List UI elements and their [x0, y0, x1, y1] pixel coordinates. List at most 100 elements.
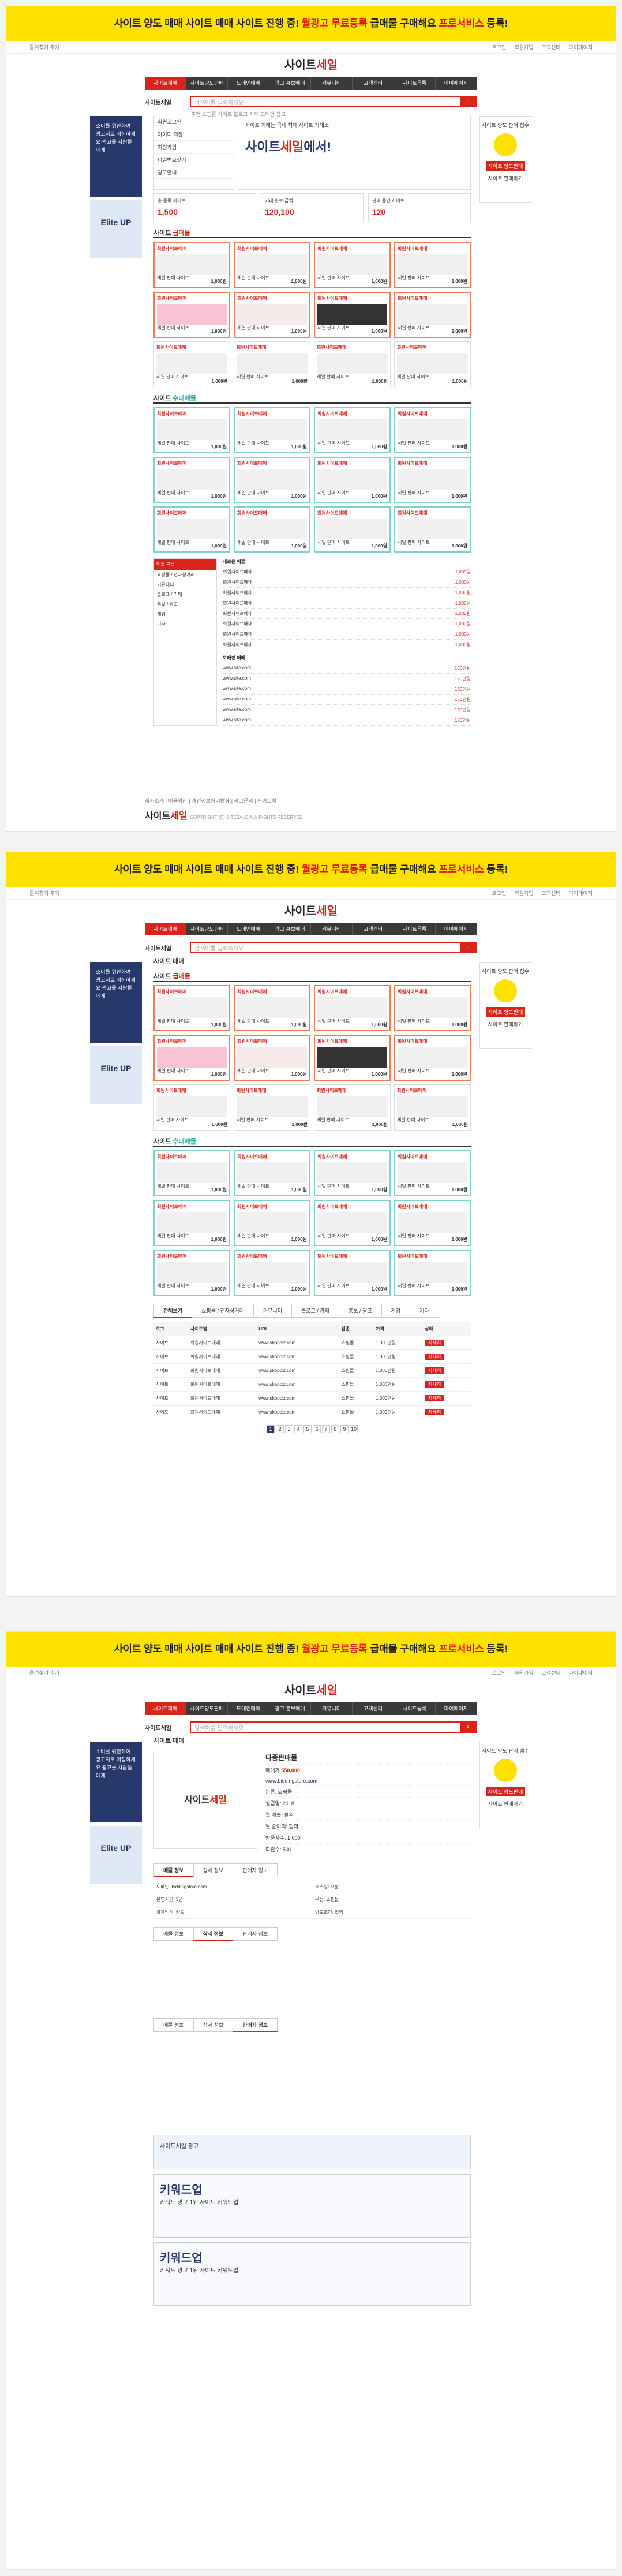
table-row[interactable]: 사이트 회원사이트매매 www.shopbiz.com 쇼핑몰 1,000만원 자세히 — [153, 1377, 471, 1392]
product-card[interactable]: 회원사이트매매 세일 판매 사이트 1,000원 — [153, 407, 230, 453]
listing-row[interactable]: 회원사이트매매 1,000원 — [223, 619, 471, 629]
product-card[interactable]: 회원사이트매매 세일 판매 사이트 1,000원 — [394, 341, 471, 387]
product-card[interactable]: 회원사이트매매 세일 판매 사이트 1,000원 — [234, 1150, 310, 1196]
page-link[interactable]: 3 — [285, 1425, 293, 1433]
top-banner[interactable]: 사이트 양도 매매 사이트 매매 사이트 진행 중! 월광고 무료등록 급매물 … — [6, 852, 616, 887]
page-link[interactable]: 4 — [294, 1425, 302, 1433]
product-card[interactable]: 회원사이트매매 세일 판매 사이트 1,000원 — [314, 985, 391, 1031]
listing-row[interactable]: 회원사이트매매 1,000원 — [223, 588, 471, 598]
join-link[interactable]: 회원가입 — [514, 44, 533, 50]
listing-url[interactable]: www.biddingstore.com — [265, 1776, 471, 1786]
product-card[interactable]: 회원사이트매매 세일 판매 사이트 1,000원 — [314, 1035, 391, 1081]
product-card[interactable]: 회원사이트매매 세일 판매 사이트 1,000원 — [314, 1250, 391, 1296]
category-item[interactable]: 게임 — [154, 609, 216, 619]
product-card[interactable]: 회원사이트매매 세일 판매 사이트 1,000원 — [153, 457, 230, 503]
product-card[interactable]: 회원사이트매매 세일 판매 사이트 1,000원 — [153, 341, 230, 387]
site-logo[interactable]: 사이트세일 — [6, 900, 616, 923]
nav-item[interactable]: 사이트양도판매 — [186, 77, 228, 90]
tab-info[interactable]: 매물 정보 — [153, 1863, 194, 1877]
nav-item[interactable]: 사이트양도판매 — [186, 1702, 228, 1715]
listing-row[interactable]: 회원사이트매매 1,000원 — [223, 598, 471, 609]
left-ad[interactable]: 소비를 위한하여 광고지로 매칭하세요 광고를 사람들에게 Elite UP — [90, 962, 142, 1104]
product-card[interactable]: 회원사이트매매 세일 판매 사이트 1,000원 — [314, 1084, 391, 1131]
site-logo[interactable]: 사이트세일 — [6, 1679, 616, 1702]
right-ad[interactable]: 사이트 양도 판매 접수 사이트 양도판매 사이트 판매하기 — [479, 116, 531, 203]
nav-item[interactable]: 사이트등록 — [394, 77, 436, 90]
cs-link[interactable]: 고객센터 — [541, 44, 560, 50]
nav-item[interactable]: 커뮤니티 — [311, 77, 353, 90]
search-icon[interactable]: ⌕ — [460, 1723, 476, 1732]
nav-item[interactable]: 광고 홍보매매 — [269, 1702, 311, 1715]
page-link[interactable]: 6 — [313, 1425, 321, 1433]
nav-item[interactable]: 사이트양도판매 — [186, 923, 228, 935]
page-link[interactable]: 9 — [340, 1425, 349, 1433]
product-card[interactable]: 회원사이트매매 세일 판매 사이트 1,000원 — [153, 1200, 230, 1246]
table-row[interactable]: 사이트 회원사이트매매 www.shopbiz.com 쇼핑몰 1,000만원 자세히 — [153, 1405, 471, 1419]
product-card[interactable]: 회원사이트매매 세일 판매 사이트 1,000원 — [153, 1035, 230, 1081]
product-card[interactable]: 회원사이트매매 세일 판매 사이트 1,000원 — [394, 1150, 471, 1196]
nav-item[interactable]: 사이트매매 — [145, 77, 186, 90]
site-logo[interactable]: 사이트세일 — [6, 54, 616, 77]
nav-item[interactable]: 고객센터 — [353, 1702, 394, 1715]
left-ad[interactable]: 소비를 위한하여 광고지로 매칭하세요 광고를 사람들에게 Elite UP — [90, 1742, 142, 1884]
category-item[interactable]: 홍보 / 광고 — [154, 599, 216, 609]
product-card[interactable]: 회원사이트매매 세일 판매 사이트 1,000원 — [394, 1200, 471, 1246]
table-row[interactable]: 사이트 회원사이트매매 www.shopbiz.com 쇼핑몰 1,000만원 자세히 — [153, 1349, 471, 1364]
top-banner[interactable]: 사이트 양도 매매 사이트 매매 사이트 진행 중! 월광고 무료등록 급매물 … — [6, 1632, 616, 1667]
listing-row[interactable]: www.site.com 150만원 — [223, 684, 471, 695]
category-tab[interactable]: 홍보 / 광고 — [338, 1304, 382, 1318]
product-card[interactable]: 회원사이트매매 세일 판매 사이트 1,000원 — [234, 506, 310, 553]
product-card[interactable]: 회원사이트매매 세일 판매 사이트 1,000원 — [394, 292, 471, 338]
nav-item[interactable]: 커뮤니티 — [311, 923, 353, 935]
mypage-link[interactable]: 마이페이지 — [569, 44, 593, 50]
nav-item[interactable]: 사이트매매 — [145, 1702, 186, 1715]
product-card[interactable]: 회원사이트매매 세일 판매 사이트 1,000원 — [394, 985, 471, 1031]
listing-row[interactable]: www.site.com 150만원 — [223, 705, 471, 715]
nav-item[interactable]: 도메인매매 — [228, 77, 269, 90]
product-card[interactable]: 회원사이트매매 세일 판매 사이트 1,000원 — [153, 1250, 230, 1296]
product-card[interactable]: 회원사이트매매 세일 판매 사이트 1,000원 — [394, 1035, 471, 1081]
bookmark-link[interactable]: 즐겨찾기 추가 — [29, 41, 59, 53]
page-link[interactable]: 7 — [322, 1425, 330, 1433]
product-card[interactable]: 회원사이트매매 세일 판매 사이트 1,000원 — [234, 407, 310, 453]
product-card[interactable]: 회원사이트매매 세일 판매 사이트 1,000원 — [234, 1035, 310, 1081]
nav-item[interactable]: 마이페이지 — [436, 77, 477, 90]
product-card[interactable]: 회원사이트매매 세일 판매 사이트 1,000원 — [153, 242, 230, 288]
category-tab[interactable]: 쇼핑몰 / 전자상거래 — [192, 1304, 254, 1318]
listing-row[interactable]: 회원사이트매매 1,000원 — [223, 640, 471, 650]
page-link[interactable]: 2 — [276, 1425, 284, 1433]
footer-link[interactable]: 회사소개 — [145, 798, 164, 804]
category-tab[interactable]: 게임 — [381, 1304, 411, 1318]
detail-button[interactable]: 자세히 — [425, 1381, 445, 1388]
listing-row[interactable]: 회원사이트매매 1,000원 — [223, 629, 471, 640]
right-ad[interactable]: 사이트 양도 판매 접수 사이트 양도판매 사이트 판매하기 — [479, 1742, 531, 1828]
product-card[interactable]: 회원사이트매매 세일 판매 사이트 1,000원 — [234, 341, 310, 387]
product-card[interactable]: 회원사이트매매 세일 판매 사이트 1,000원 — [314, 457, 391, 503]
category-item[interactable]: 기타 — [154, 619, 216, 629]
category-item[interactable]: 블로그 / 카페 — [154, 590, 216, 599]
save-id[interactable]: 아이디 저장 — [154, 128, 234, 141]
nav-item[interactable]: 마이페이지 — [436, 1702, 477, 1715]
left-ad[interactable]: 소비를 위한하여 광고지로 매칭하세요 광고를 사람들에게 Elite UP — [90, 116, 142, 258]
footer-link[interactable]: 개인정보처리방침 — [192, 798, 230, 804]
product-card[interactable]: 회원사이트매매 세일 판매 사이트 1,000원 — [234, 242, 310, 288]
footer-link[interactable]: 광고문의 — [234, 798, 253, 804]
product-card[interactable]: 회원사이트매매 세일 판매 사이트 1,000원 — [234, 985, 310, 1031]
find-pw[interactable]: 비밀번호찾기 — [154, 154, 234, 166]
search-input[interactable]: 검색어를 입력하세요 ⌕ — [190, 1721, 477, 1733]
listing-row[interactable]: 회원사이트매매 1,000원 — [223, 577, 471, 588]
nav-item[interactable]: 고객센터 — [353, 923, 394, 935]
product-card[interactable]: 회원사이트매매 세일 판매 사이트 1,000원 — [394, 1084, 471, 1131]
promo-banner[interactable]: 사이트세일 광고 — [153, 2135, 471, 2169]
detail-button[interactable]: 자세히 — [425, 1354, 445, 1360]
listing-row[interactable]: 회원사이트매매 1,000원 — [223, 567, 471, 577]
detail-button[interactable]: 자세히 — [425, 1409, 445, 1415]
nav-item[interactable]: 사이트등록 — [394, 1702, 436, 1715]
listing-row[interactable]: www.site.com 150만원 — [223, 715, 471, 726]
detail-button[interactable]: 자세히 — [425, 1367, 445, 1374]
nav-item[interactable]: 광고 홍보매매 — [269, 77, 311, 90]
keyword-up-banner[interactable]: 키워드업 키워드 광고 1위 사이트 키워드업 — [153, 2174, 471, 2238]
table-row[interactable]: 사이트 회원사이트매매 www.shopbiz.com 쇼핑몰 1,000만원 자세히 — [153, 1391, 471, 1406]
login-tab[interactable]: 회원로그인 — [154, 115, 234, 128]
table-row[interactable]: 사이트 회원사이트매매 www.shopbiz.com 쇼핑몰 1,000만원 자세히 — [153, 1363, 471, 1378]
